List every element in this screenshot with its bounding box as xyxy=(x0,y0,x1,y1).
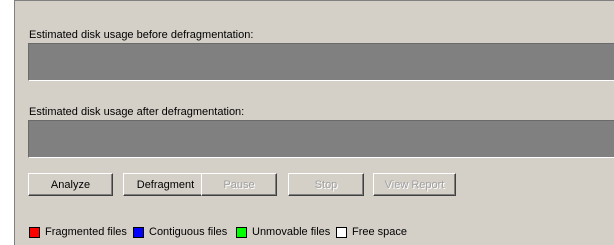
fragmented-files-swatch-icon xyxy=(29,226,40,238)
after-usage-label: Estimated disk usage after defragmentati… xyxy=(29,106,245,118)
before-usage-label: Estimated disk usage before defragmentat… xyxy=(29,29,254,41)
defragment-button[interactable]: Defragment xyxy=(123,173,208,196)
legend-free-space: Free space xyxy=(336,226,407,238)
legend-fragmented: Fragmented files xyxy=(29,226,127,238)
after-usage-display xyxy=(28,120,614,158)
legend-label: Contiguous files xyxy=(149,226,228,238)
defragmenter-panel: Estimated disk usage before defragmentat… xyxy=(14,0,614,245)
unmovable-files-swatch-icon xyxy=(236,226,247,238)
free-space-swatch-icon xyxy=(336,226,347,238)
analyze-button[interactable]: Analyze xyxy=(28,173,113,196)
stop-button[interactable]: Stop xyxy=(288,173,364,196)
legend-label: Unmovable files xyxy=(252,226,331,238)
legend-unmovable: Unmovable files xyxy=(236,226,330,238)
legend-label: Fragmented files xyxy=(45,226,127,238)
before-usage-display xyxy=(28,43,614,81)
legend-contiguous: Contiguous files xyxy=(133,226,227,238)
contiguous-files-swatch-icon xyxy=(133,226,144,238)
legend-label: Free space xyxy=(352,226,408,238)
view-report-button[interactable]: View Report xyxy=(373,173,456,196)
pause-button[interactable]: Pause xyxy=(201,173,277,196)
